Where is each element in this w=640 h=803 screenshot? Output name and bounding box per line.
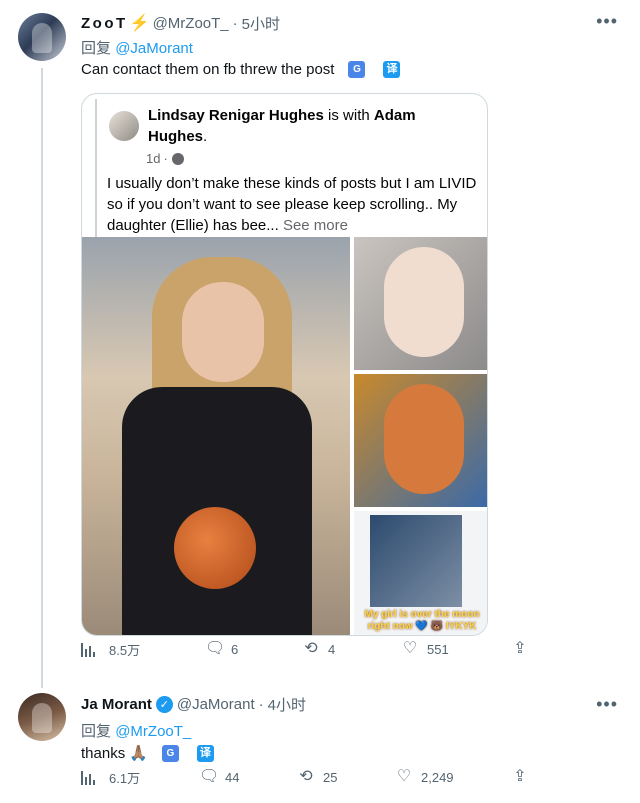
separator-dot: · bbox=[232, 14, 238, 32]
heart-icon: ♡ bbox=[396, 768, 412, 785]
display-name[interactable]: Ja Morant bbox=[81, 696, 152, 713]
views-stat[interactable]: 6.1万 bbox=[81, 768, 140, 787]
tweet-text-content: thanks bbox=[81, 744, 126, 762]
quote-author: Lindsay Renigar Hughes bbox=[148, 107, 324, 124]
handle[interactable]: @MrZooT_ bbox=[153, 15, 229, 32]
views-stat[interactable]: 8.5万 bbox=[81, 640, 140, 659]
photo-girl-with-basketball[interactable] bbox=[82, 237, 350, 635]
reply-button[interactable]: 🗨 44 bbox=[199, 768, 239, 786]
separator-dot: · bbox=[258, 695, 264, 713]
timestamp[interactable]: 4小时 bbox=[268, 694, 306, 715]
translate-icon[interactable]: G bbox=[161, 744, 179, 762]
avatar[interactable] bbox=[18, 13, 66, 61]
avatar[interactable] bbox=[18, 693, 66, 741]
reply-mention-link[interactable]: @MrZooT_ bbox=[115, 723, 191, 740]
translate-button[interactable]: 译 bbox=[196, 744, 214, 762]
photo-selfie-filter[interactable] bbox=[354, 237, 487, 370]
tweet-header: ZooT ⚡ @MrZooT_ · 5小时 bbox=[81, 12, 280, 34]
reply-count: 44 bbox=[225, 769, 240, 785]
quote-author-line: Lindsay Renigar Hughes is with Adam Hugh… bbox=[148, 107, 416, 145]
heart-icon: ♡ bbox=[402, 640, 418, 657]
reply-to: 回复 @MrZooT_ bbox=[81, 720, 191, 741]
tweet-text: thanks 🙏🏽 G 译 bbox=[81, 744, 214, 762]
quote-meta: 1d · bbox=[146, 151, 184, 166]
speech-bubble-icon: 🗨 bbox=[199, 768, 220, 785]
photo-grid: My girl is over the moon right now 💙 🐻 I… bbox=[82, 237, 487, 635]
retweet-icon: ⟲ bbox=[304, 640, 318, 657]
quote-avatar bbox=[109, 111, 139, 141]
more-dots-icon[interactable]: ••• bbox=[596, 695, 618, 713]
share-icon: ⇪ bbox=[513, 640, 527, 657]
facebook-quote: Lindsay Renigar Hughes is with Adam Hugh… bbox=[95, 99, 476, 239]
reply-prefix: 回复 bbox=[81, 40, 112, 57]
tweet-header: Ja Morant ✓ @JaMorant · 4小时 bbox=[81, 693, 306, 715]
share-button[interactable]: ⇪ bbox=[511, 768, 537, 786]
like-count: 551 bbox=[427, 641, 449, 657]
handle[interactable]: @JaMorant bbox=[177, 696, 255, 713]
tweet-text: Can contact them on fb threw the post G … bbox=[81, 61, 401, 78]
share-icon: ⇪ bbox=[513, 768, 527, 785]
retweet-button[interactable]: ⟲ 25 bbox=[297, 768, 337, 786]
retweet-icon: ⟲ bbox=[299, 768, 313, 785]
bar-chart-icon bbox=[81, 769, 99, 785]
translate-icon[interactable]: G bbox=[348, 61, 366, 78]
speech-bubble-icon: 🗨 bbox=[205, 640, 226, 657]
reply-mention-link[interactable]: @JaMorant bbox=[115, 40, 193, 57]
timestamp[interactable]: 5小时 bbox=[242, 13, 280, 34]
display-name[interactable]: ZooT bbox=[81, 15, 128, 32]
quote-with-word: is with bbox=[328, 107, 370, 124]
views-count: 8.5万 bbox=[109, 642, 141, 658]
globe-icon bbox=[171, 152, 184, 165]
like-button[interactable]: ♡ 551 bbox=[401, 640, 449, 658]
translate-button[interactable]: 译 bbox=[383, 61, 401, 78]
share-button[interactable]: ⇪ bbox=[511, 640, 537, 658]
lightning-icon: ⚡ bbox=[129, 15, 150, 32]
views-count: 6.1万 bbox=[109, 770, 141, 786]
reply-count: 6 bbox=[231, 641, 239, 657]
tweet-text-content: Can contact them on fb threw the post bbox=[81, 61, 335, 78]
like-button[interactable]: ♡ 2,249 bbox=[395, 768, 454, 786]
reply-button[interactable]: 🗨 6 bbox=[205, 640, 238, 658]
reply-to: 回复 @JaMorant bbox=[81, 37, 193, 58]
photo-caption: My girl is over the moon right now 💙 🐻 I… bbox=[364, 609, 480, 632]
retweet-button[interactable]: ⟲ 4 bbox=[302, 640, 335, 658]
more-dots-icon[interactable]: ••• bbox=[596, 12, 618, 30]
retweet-count: 25 bbox=[323, 769, 338, 785]
thread-line bbox=[41, 68, 43, 688]
quote-time: 1d bbox=[146, 151, 161, 166]
photo-screenshot[interactable]: My girl is over the moon right now 💙 🐻 I… bbox=[354, 511, 487, 635]
reply-prefix: 回复 bbox=[81, 723, 112, 740]
photo-selfie-stickers[interactable] bbox=[354, 374, 487, 507]
verified-badge-icon: ✓ bbox=[155, 695, 173, 713]
like-count: 2,249 bbox=[421, 769, 454, 785]
pray-emoji: 🙏🏽 bbox=[129, 745, 148, 762]
bar-chart-icon bbox=[81, 641, 99, 657]
see-more-link[interactable]: See more bbox=[283, 217, 348, 234]
quote-text: I usually don’t make these kinds of post… bbox=[107, 173, 477, 236]
media-card[interactable]: Lindsay Renigar Hughes is with Adam Hugh… bbox=[81, 93, 488, 636]
retweet-count: 4 bbox=[328, 641, 336, 657]
